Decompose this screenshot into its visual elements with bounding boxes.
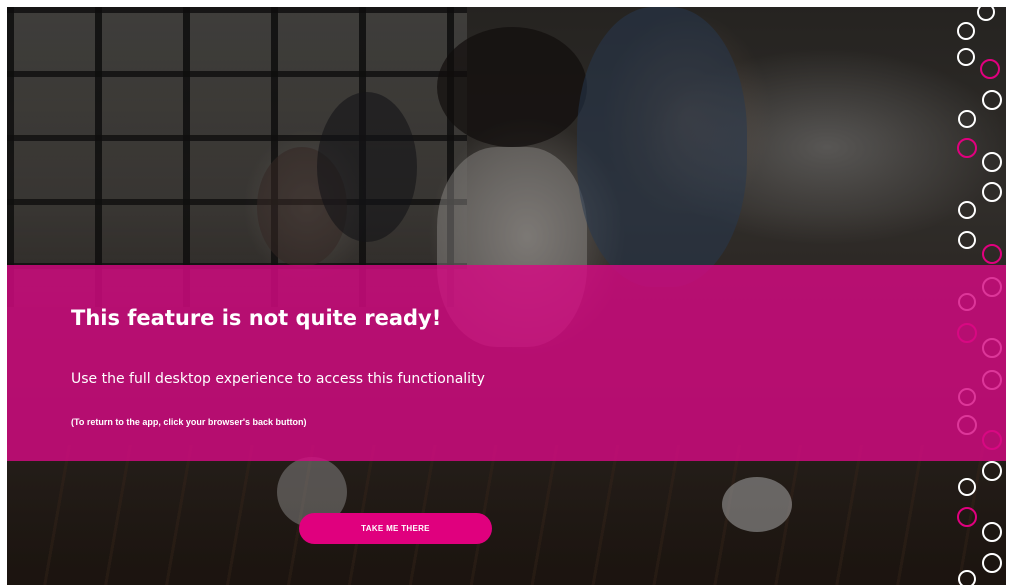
ring-decoration bbox=[958, 570, 976, 585]
ring-decoration bbox=[958, 231, 976, 249]
hero-background-photo bbox=[7, 7, 1006, 585]
ring-decoration bbox=[982, 244, 1002, 264]
ring-decoration bbox=[982, 522, 1002, 542]
notice-banner bbox=[7, 265, 1006, 461]
ring-decoration bbox=[957, 22, 975, 40]
ring-decoration bbox=[982, 461, 1002, 481]
ring-decoration bbox=[980, 59, 1000, 79]
notice-subtitle: Use the full desktop experience to acces… bbox=[71, 371, 485, 387]
ring-decoration bbox=[958, 201, 976, 219]
ring-decoration bbox=[957, 507, 977, 527]
ring-decoration bbox=[957, 48, 975, 66]
ring-decoration bbox=[977, 7, 995, 21]
ring-decoration bbox=[982, 553, 1002, 573]
page-frame: This feature is not quite ready! Use the… bbox=[0, 0, 1011, 588]
ring-decoration bbox=[982, 152, 1002, 172]
ring-decoration bbox=[982, 90, 1002, 110]
ring-decoration bbox=[958, 110, 976, 128]
notice-heading: This feature is not quite ready! bbox=[71, 306, 442, 330]
ring-decoration bbox=[982, 182, 1002, 202]
notice-back-hint: (To return to the app, click your browse… bbox=[71, 417, 307, 427]
ring-decoration bbox=[958, 478, 976, 496]
ring-decoration bbox=[957, 138, 977, 158]
take-me-there-button[interactable]: TAKE ME THERE bbox=[299, 513, 492, 544]
